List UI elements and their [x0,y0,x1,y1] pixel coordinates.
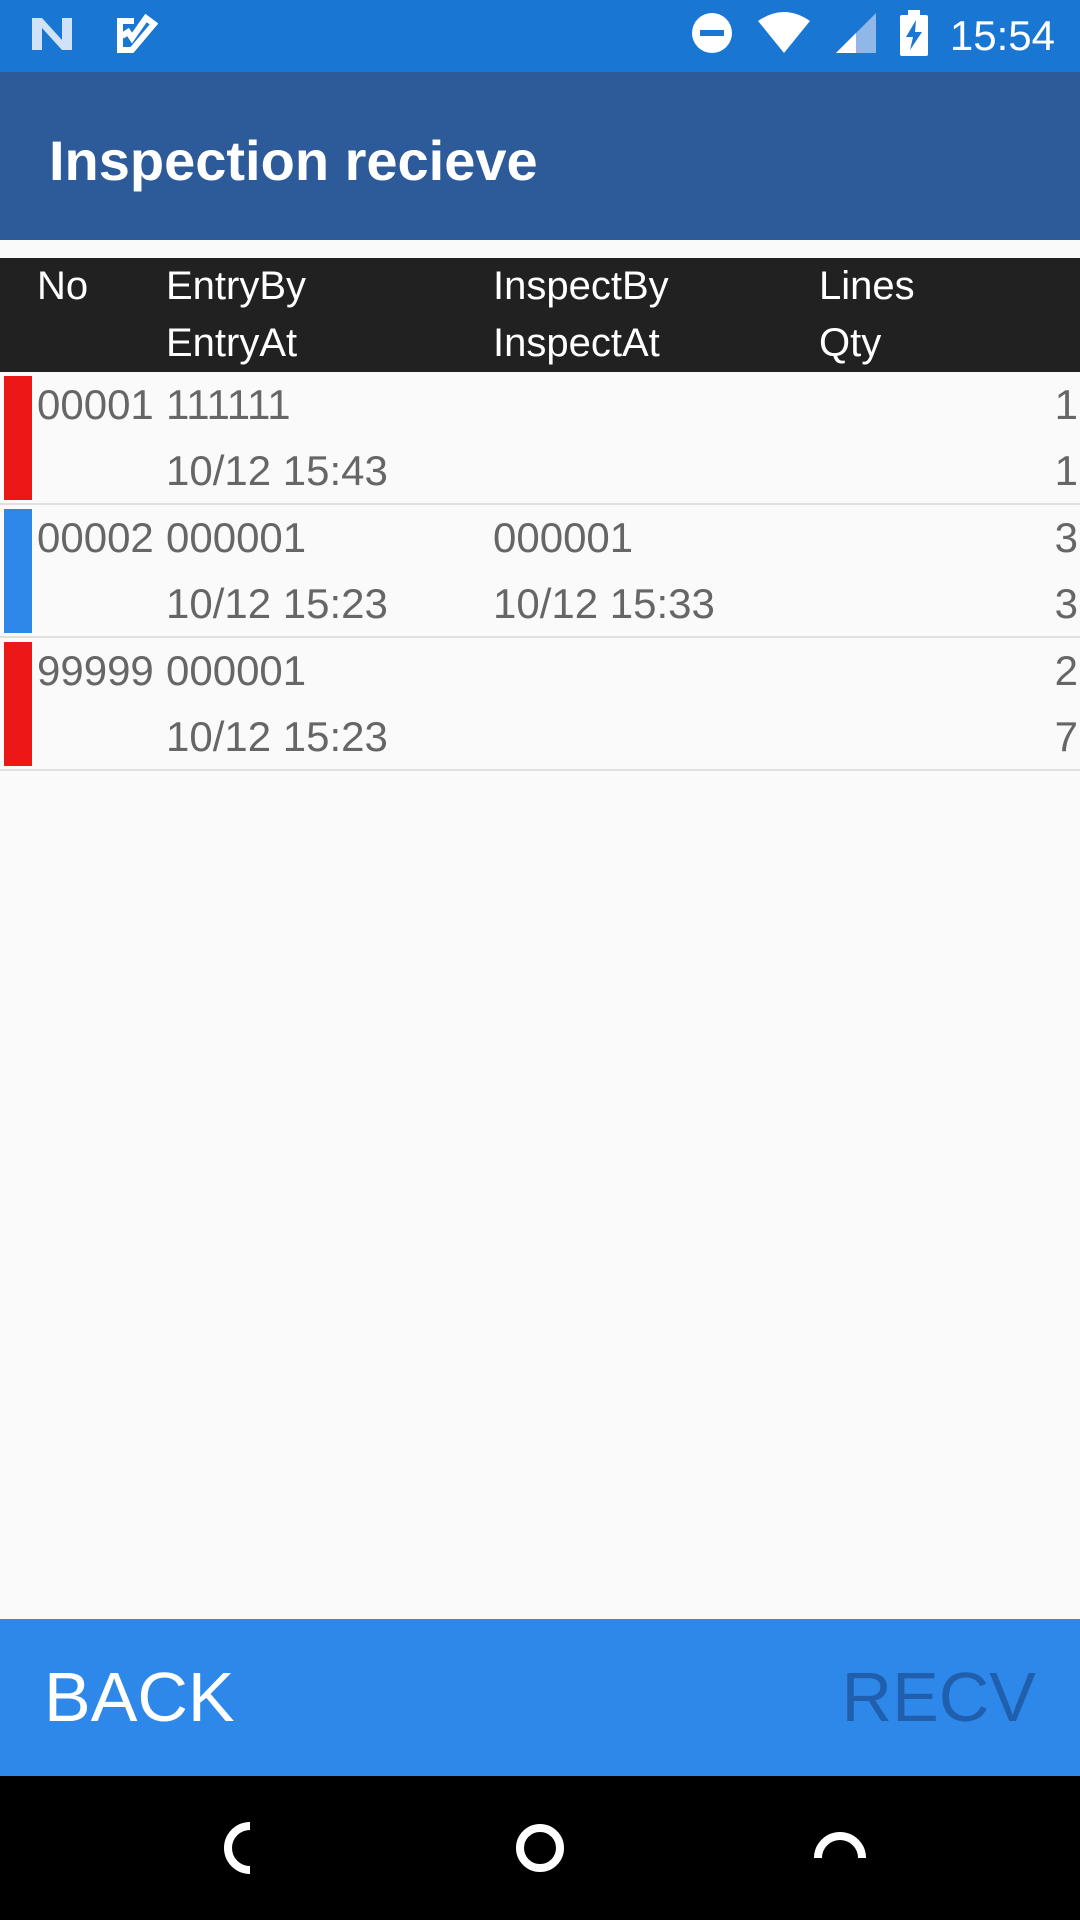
cell-entry-by: 000001 [166,514,307,561]
status-indicator [4,509,32,633]
cell-no: 00002 [37,514,154,561]
cell-inspect-at: 10/12 15:33 [493,580,715,627]
back-button[interactable]: BACK [44,1657,235,1737]
cell-entry-at: 10/12 15:23 [166,580,388,627]
header-no: No [37,264,89,308]
cell-no: 99999 [37,647,154,694]
home-nav-icon[interactable] [510,1818,570,1878]
inspection-list: 00001 111111 10/12 15:43 1 1 00002 00000… [0,372,1080,771]
page-title: Inspection recieve [49,129,538,192]
header-qty: Qty [819,321,882,365]
cell-entry-at: 10/12 15:23 [166,713,388,760]
header-entry-by: EntryBy [166,264,307,308]
back-nav-icon[interactable] [212,1818,272,1878]
wifi-icon [756,11,812,60]
status-time: 15:54 [949,11,1055,59]
table-row[interactable]: 99999 000001 10/12 15:23 2 7 [0,638,1080,771]
header-inspect-at: InspectAt [493,321,660,365]
dnd-icon [690,11,734,60]
bottom-action-bar: BACK RECV [0,1619,1080,1776]
table-row[interactable]: 00001 111111 10/12 15:43 1 1 [0,372,1080,505]
cell-no: 00001 [37,381,154,428]
header-entry-at: EntryAt [166,321,298,365]
cell-entry-by: 111111 [166,381,291,428]
system-nav-bar [0,1776,1080,1920]
recents-nav-icon[interactable] [810,1818,870,1878]
signal-icon [834,11,878,60]
cell-inspect-by: 000001 [493,514,634,561]
cell-lines: 1 [1054,381,1078,428]
check-ticket-icon [116,13,159,59]
cell-entry-at: 10/12 15:43 [166,447,388,494]
header-lines: Lines [819,264,915,308]
status-indicator [4,376,32,500]
cell-qty: 3 [1054,580,1078,627]
n-logo-icon [30,14,76,59]
app-bar: Inspection recieve [0,72,1080,240]
cell-entry-by: 000001 [166,647,307,694]
table-header: No EntryBy EntryAt InspectBy InspectAt L… [0,258,1080,372]
cell-qty: 7 [1054,713,1078,760]
status-indicator [4,642,32,766]
cell-qty: 1 [1054,447,1078,494]
header-inspect-by: InspectBy [493,264,669,308]
recv-button[interactable]: RECV [842,1657,1036,1737]
cell-lines: 3 [1054,514,1078,561]
status-bar: 15:54 [0,0,1080,72]
cell-lines: 2 [1054,647,1078,694]
battery-charging-icon [899,10,928,61]
table-row[interactable]: 00002 000001 10/12 15:23 000001 10/12 15… [0,505,1080,638]
